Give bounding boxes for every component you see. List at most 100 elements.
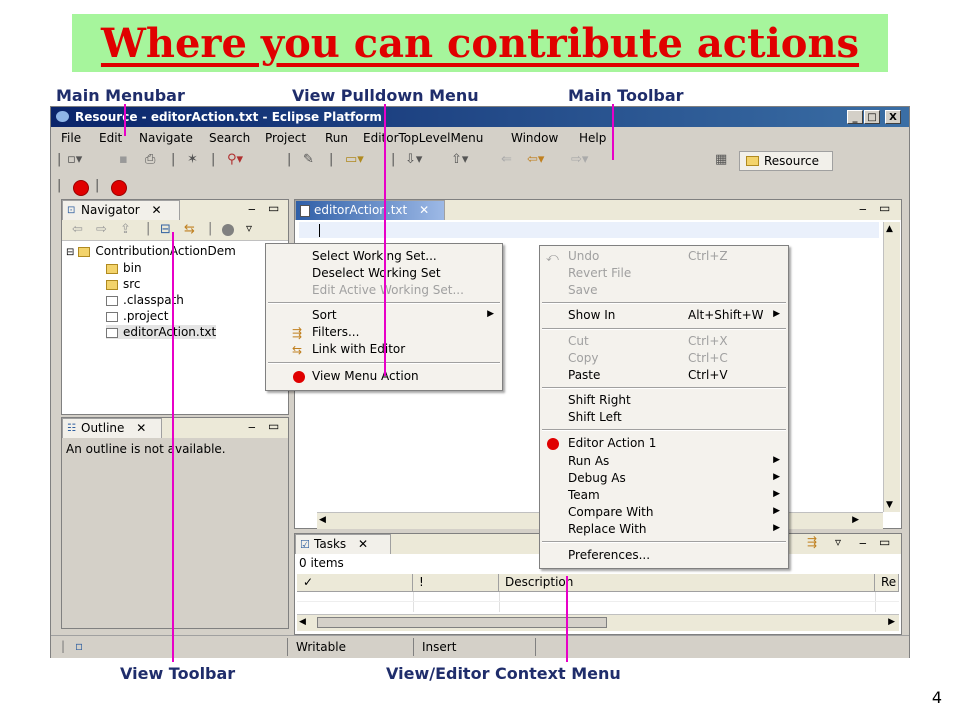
menu-editortoplevelmenu[interactable]: EditorTopLevelMenu xyxy=(363,131,483,145)
maximize-view-icon[interactable]: ▭ xyxy=(268,201,279,215)
toolbar-separator: | xyxy=(391,152,396,167)
outline-icon: ☷ xyxy=(67,423,76,434)
menu-search[interactable]: Search xyxy=(209,131,250,145)
window-titlebar[interactable]: Resource - editorAction.txt - Eclipse Pl… xyxy=(51,107,909,127)
minimize-button[interactable]: _ xyxy=(847,110,863,124)
navigator-tab[interactable]: ⊡ Navigator ✕ xyxy=(62,200,180,220)
minimize-view-icon[interactable]: ‒ xyxy=(859,202,867,216)
perspective-resource-button[interactable]: Resource xyxy=(739,151,833,171)
menu-item-editor-action-1[interactable]: Editor Action 1 xyxy=(540,435,788,452)
menu-navigate[interactable]: Navigate xyxy=(139,131,193,145)
up-icon[interactable]: ⇪ xyxy=(120,222,131,237)
tree-item-editoraction[interactable]: editorAction.txt xyxy=(106,325,217,339)
scroll-left-icon[interactable]: ◀ xyxy=(299,617,306,627)
column-header-priority[interactable]: ! xyxy=(413,574,499,591)
editor-vertical-scrollbar[interactable]: ▲ ▼ xyxy=(883,222,900,512)
scroll-right-icon[interactable]: ▶ xyxy=(852,515,859,525)
menu-file[interactable]: File xyxy=(61,131,81,145)
menu-item-paste[interactable]: Paste Ctrl+V xyxy=(540,367,788,384)
tree-item-src[interactable]: src xyxy=(106,277,141,291)
filter-icon: ⇶ xyxy=(292,326,303,340)
outline-tab[interactable]: ☷ Outline ✕ xyxy=(62,418,162,438)
scroll-down-icon[interactable]: ▼ xyxy=(886,500,893,510)
menu-item-replace-with[interactable]: Replace With ▶ xyxy=(540,521,788,538)
menu-item-preferences[interactable]: Preferences... xyxy=(540,547,788,564)
maximize-button[interactable]: □ xyxy=(864,110,880,124)
wand-icon[interactable]: ✶ xyxy=(187,152,198,167)
scrollbar-thumb[interactable] xyxy=(317,617,607,628)
red-action-icon[interactable] xyxy=(111,180,127,196)
tasks-tab[interactable]: ☑ Tasks ✕ xyxy=(295,534,391,554)
menu-item-revert-file[interactable]: Revert File xyxy=(540,265,788,282)
menu-edit[interactable]: Edit xyxy=(99,131,122,145)
tree-item-project[interactable]: ⊟ ContributionActionDem xyxy=(66,244,236,258)
close-icon[interactable]: ✕ xyxy=(136,421,146,435)
column-header-completed[interactable]: ✓ xyxy=(297,574,413,591)
forward-arrow-icon[interactable]: ⇨ xyxy=(96,222,107,237)
tasks-horizontal-scrollbar[interactable]: ◀ ▶ xyxy=(297,614,899,631)
editor-tab[interactable]: editorAction.txt ✕ xyxy=(295,200,445,220)
forward-arrow-icon[interactable]: ⇨▾ xyxy=(571,152,588,167)
open-folder-icon[interactable]: ▭▾ xyxy=(345,152,364,167)
next-annotation-icon[interactable]: ⇩▾ xyxy=(405,152,422,167)
maximize-view-icon[interactable]: ▭ xyxy=(879,201,890,215)
column-header-description[interactable]: Description xyxy=(499,574,875,591)
collapse-icon[interactable]: ⊟ xyxy=(66,247,74,258)
close-button[interactable]: X xyxy=(885,110,901,124)
search-icon[interactable]: ⚲▾ xyxy=(227,152,243,167)
collapse-all-icon[interactable]: ⊟ xyxy=(160,222,171,237)
menu-item-run-as[interactable]: Run As ▶ xyxy=(540,453,788,470)
fast-view-icon[interactable]: ▫ xyxy=(75,639,83,653)
menu-item-copy[interactable]: Copy Ctrl+C xyxy=(540,350,788,367)
view-menu-icon[interactable]: ▿ xyxy=(835,535,841,549)
submenu-arrow-icon: ▶ xyxy=(773,309,780,319)
print-icon[interactable]: ⎙ xyxy=(145,152,155,167)
column-header-resource[interactable]: Re xyxy=(875,574,899,591)
menu-item-debug-as[interactable]: Debug As ▶ xyxy=(540,470,788,487)
minimize-view-icon[interactable]: ‒ xyxy=(859,536,867,550)
close-icon[interactable]: ✕ xyxy=(152,203,162,217)
scroll-up-icon[interactable]: ▲ xyxy=(886,224,893,234)
maximize-view-icon[interactable]: ▭ xyxy=(879,535,890,549)
last-edit-icon[interactable]: ⇐ xyxy=(501,152,512,167)
maximize-view-icon[interactable]: ▭ xyxy=(268,419,279,433)
tasks-tab-label: Tasks xyxy=(314,537,347,551)
scroll-right-icon[interactable]: ▶ xyxy=(888,617,895,627)
pen-icon[interactable]: ✎ xyxy=(303,152,314,167)
menu-separator xyxy=(542,328,786,330)
menu-item-undo[interactable]: ⤺ Undo Ctrl+Z xyxy=(540,248,788,265)
minimize-view-icon[interactable]: ‒ xyxy=(248,202,256,216)
previous-annotation-icon[interactable]: ⇧▾ xyxy=(451,152,468,167)
new-icon[interactable]: ▫▾ xyxy=(67,152,82,167)
menu-window[interactable]: Window xyxy=(511,131,558,145)
callout-pointer-context-menu xyxy=(566,576,568,662)
back-arrow-icon[interactable]: ⇦ xyxy=(72,222,83,237)
menu-item-team[interactable]: Team ▶ xyxy=(540,487,788,504)
menu-item-compare-with[interactable]: Compare With ▶ xyxy=(540,504,788,521)
view-action-icon[interactable] xyxy=(222,224,234,236)
red-action-icon[interactable] xyxy=(73,180,89,196)
back-arrow-icon[interactable]: ⇦▾ xyxy=(527,152,544,167)
menu-project[interactable]: Project xyxy=(265,131,306,145)
save-icon[interactable]: ▪ xyxy=(119,152,128,167)
undo-icon: ⤺ xyxy=(546,250,559,264)
link-with-editor-icon[interactable]: ⇆ xyxy=(184,222,195,237)
menu-item-show-in[interactable]: Show In Alt+Shift+W ▶ xyxy=(540,307,788,324)
menu-separator xyxy=(542,302,786,304)
menu-item-shift-right[interactable]: Shift Right xyxy=(540,392,788,409)
menu-item-save[interactable]: Save xyxy=(540,282,788,299)
scroll-left-icon[interactable]: ◀ xyxy=(319,515,326,525)
view-menu-icon[interactable]: ▿ xyxy=(246,221,252,235)
tree-item-bin[interactable]: bin xyxy=(106,261,142,275)
tree-item-project-file[interactable]: .project xyxy=(106,309,168,323)
close-icon[interactable]: ✕ xyxy=(358,537,368,551)
menu-help[interactable]: Help xyxy=(579,131,606,145)
menu-item-cut[interactable]: Cut Ctrl+X xyxy=(540,333,788,350)
menu-item-shift-left[interactable]: Shift Left xyxy=(540,409,788,426)
callout-pointer-main-menubar xyxy=(124,104,126,136)
close-icon[interactable]: ✕ xyxy=(419,203,429,217)
menu-run[interactable]: Run xyxy=(325,131,348,145)
minimize-view-icon[interactable]: ‒ xyxy=(248,420,256,434)
filter-icon[interactable]: ⇶ xyxy=(807,535,817,549)
open-perspective-icon[interactable]: ▦ xyxy=(715,152,727,167)
